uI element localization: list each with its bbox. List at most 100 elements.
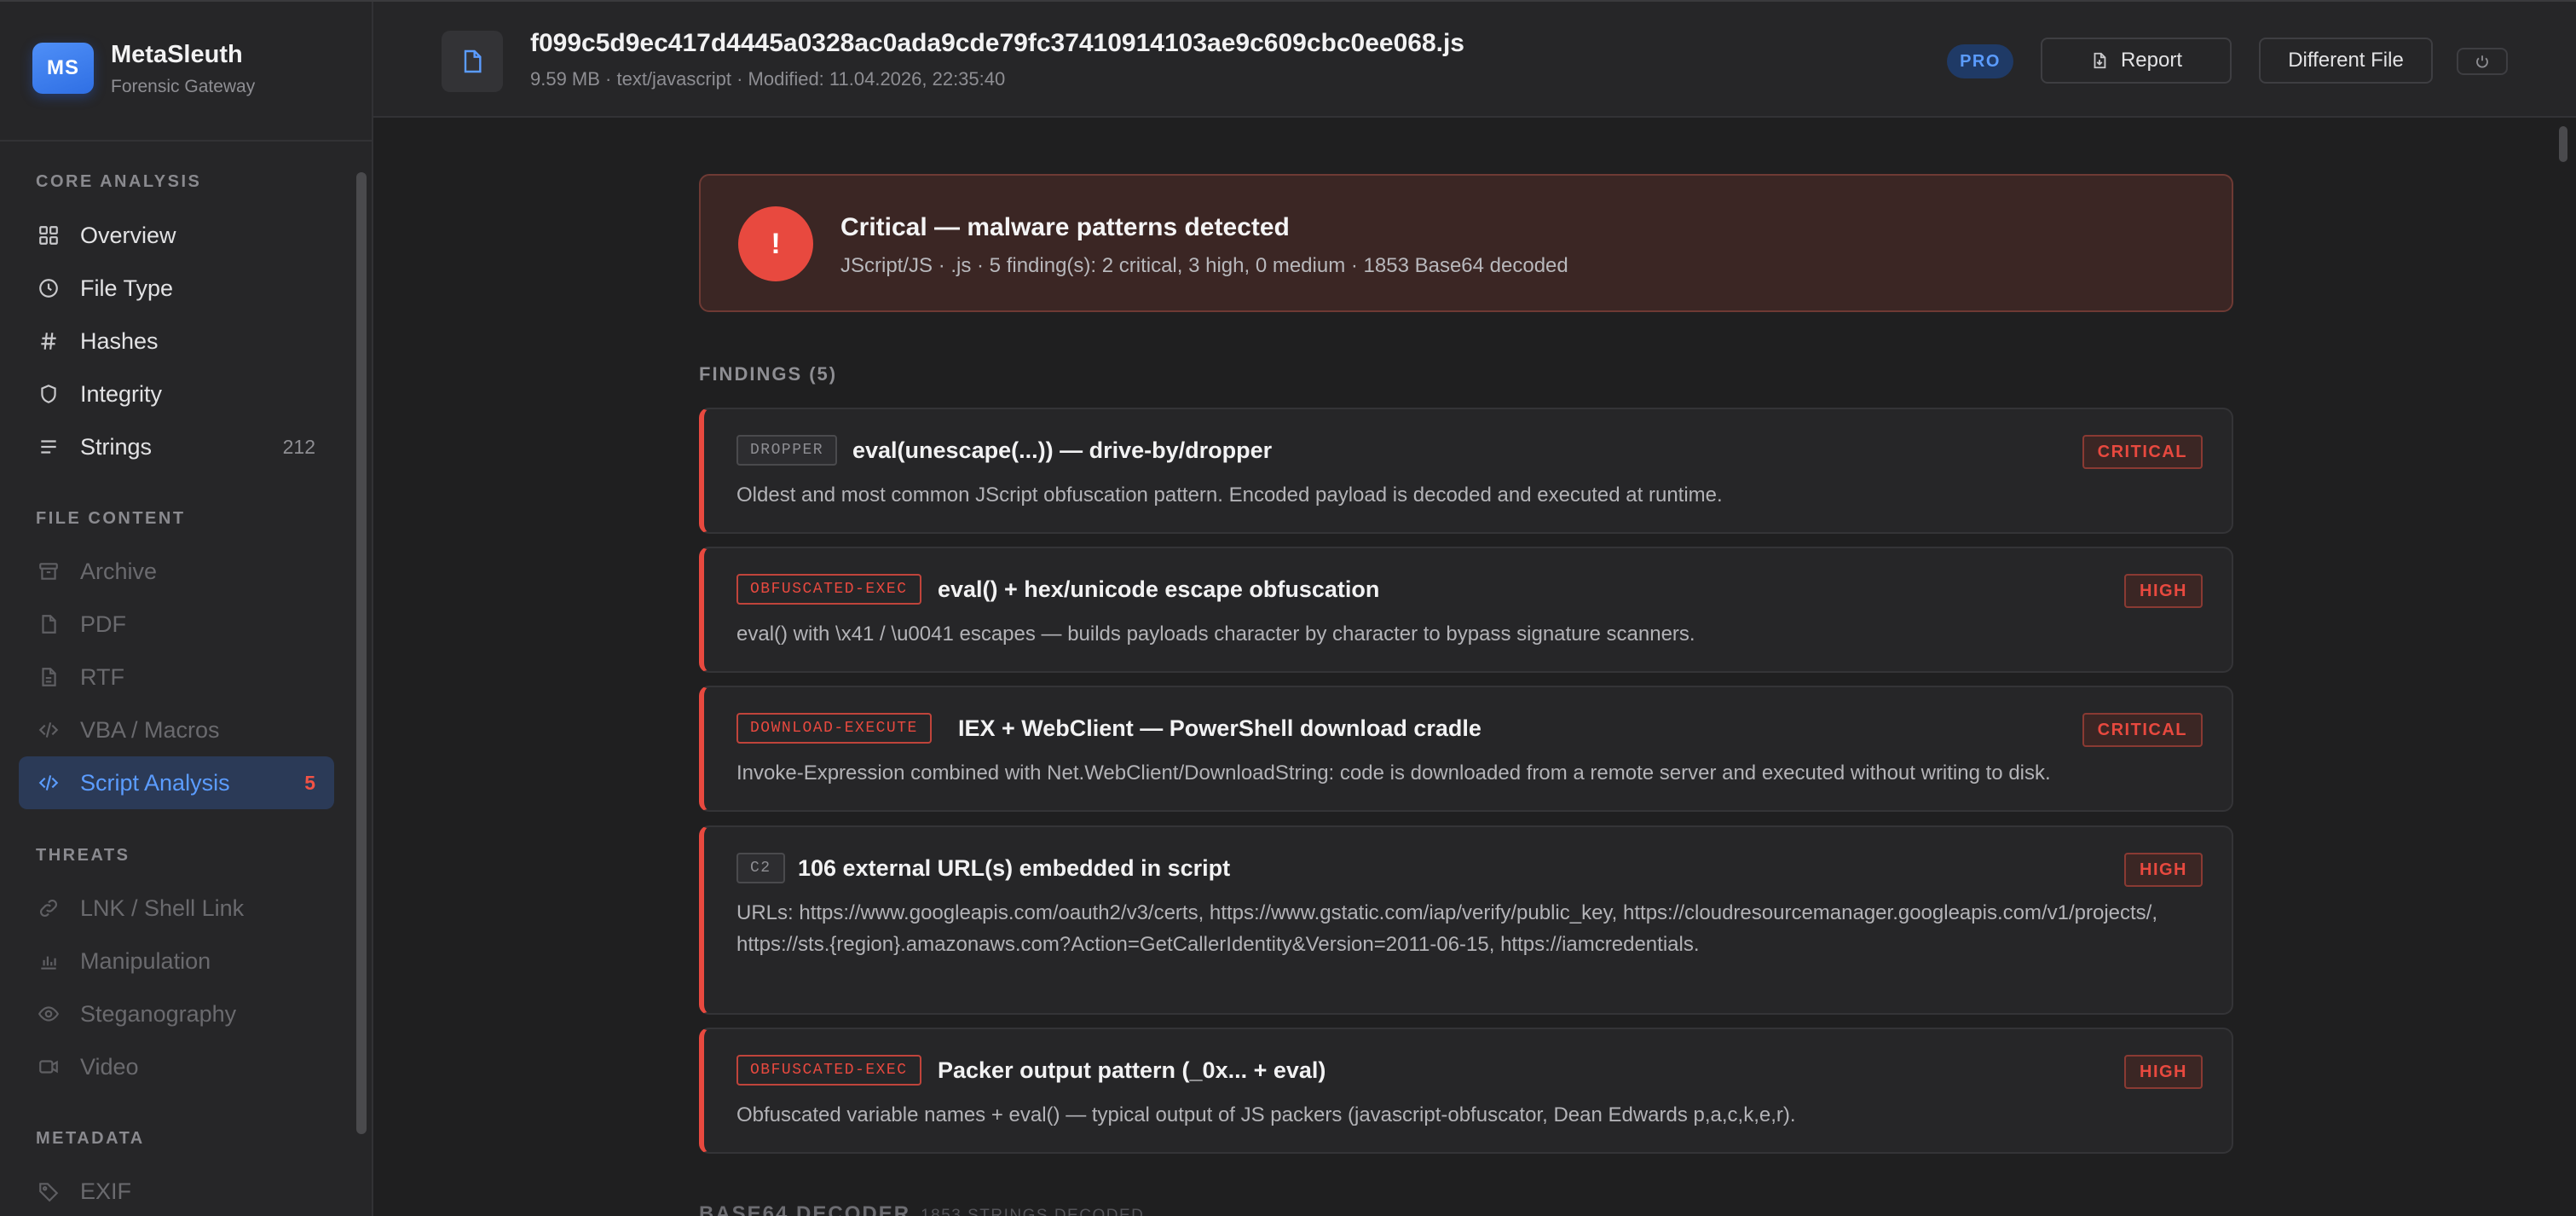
severity-badge: HIGH bbox=[2124, 574, 2203, 608]
nav-section-metadata: METADATA bbox=[36, 1129, 145, 1148]
lines-icon bbox=[38, 436, 60, 458]
findings-heading: FINDINGS (5) bbox=[699, 363, 838, 385]
finding-description: Obfuscated variable names + eval() — typ… bbox=[736, 1103, 1796, 1126]
severity-badge: CRITICAL bbox=[2082, 435, 2203, 469]
sidebar-item-label: Integrity bbox=[80, 380, 163, 407]
finding-tag: OBFUSCATED-EXEC bbox=[736, 1055, 921, 1086]
sidebar-item-label: LNK / Shell Link bbox=[80, 895, 245, 921]
main-scrollbar[interactable] bbox=[2559, 126, 2567, 162]
code-icon bbox=[38, 772, 60, 794]
file-icon bbox=[442, 31, 503, 92]
sidebar-item-label: Overview bbox=[80, 222, 176, 248]
link-icon bbox=[38, 897, 60, 919]
finding-card[interactable]: DROPPER eval(unescape(...)) — drive-by/d… bbox=[699, 408, 2233, 534]
document-icon bbox=[38, 613, 60, 635]
grid-icon bbox=[38, 224, 60, 246]
finding-description: Invoke-Expression combined with Net.WebC… bbox=[736, 761, 2051, 785]
finding-card[interactable]: OBFUSCATED-EXEC Packer output pattern (_… bbox=[699, 1028, 2233, 1154]
sidebar: MS MetaSleuth Forensic Gateway CORE ANAL… bbox=[0, 2, 373, 1216]
finding-description: Oldest and most common JScript obfuscati… bbox=[736, 484, 1723, 507]
sidebar-item-label: Steganography bbox=[80, 1000, 237, 1027]
archive-icon bbox=[38, 560, 60, 582]
sidebar-item-pdf[interactable]: PDF bbox=[19, 598, 334, 651]
report-icon bbox=[2094, 52, 2106, 69]
sidebar-item-script-analysis[interactable]: Script Analysis 5 bbox=[19, 756, 334, 809]
sidebar-item-vba-macros[interactable]: VBA / Macros bbox=[19, 704, 334, 756]
sidebar-item-label: Script Analysis bbox=[80, 769, 230, 796]
sidebar-item-overview[interactable]: Overview bbox=[19, 209, 334, 262]
base64-decoder-label: BASE64 DECODER bbox=[699, 1202, 911, 1216]
sidebar-item-label: RTF bbox=[80, 663, 124, 690]
sidebar-item-label: VBA / Macros bbox=[80, 716, 220, 743]
finding-description: eval() with \x41 / \u0041 escapes — buil… bbox=[736, 622, 1695, 646]
sidebar-item-label: Hashes bbox=[80, 327, 159, 354]
nav-section-core-analysis: CORE ANALYSIS bbox=[36, 172, 202, 191]
main-content: ! Critical — malware patterns detected J… bbox=[375, 119, 2576, 1216]
finding-tag: DROPPER bbox=[736, 435, 838, 466]
sidebar-scrollbar[interactable] bbox=[356, 172, 367, 1134]
sidebar-item-label: Archive bbox=[80, 558, 158, 584]
document-icon bbox=[38, 666, 60, 688]
file-name: f099c5d9ec417d4445a0328ac0ada9cde79fc374… bbox=[530, 29, 1464, 57]
sidebar-item-exif[interactable]: EXIF bbox=[19, 1165, 334, 1216]
alert-icon: ! bbox=[738, 206, 813, 281]
file-meta: 9.59 MB · text/javascript · Modified: 11… bbox=[530, 68, 1006, 90]
file-header: f099c5d9ec417d4445a0328ac0ada9cde79fc374… bbox=[373, 2, 2576, 118]
base64-decoder-heading: BASE64 DECODER 1853 STRINGS DECODED bbox=[699, 1202, 1144, 1216]
sidebar-item-rtf[interactable]: RTF bbox=[19, 651, 334, 704]
finding-title: 106 external URL(s) embedded in script bbox=[798, 855, 1231, 881]
finding-tag: OBFUSCATED-EXEC bbox=[736, 574, 921, 605]
finding-title: eval() + hex/unicode escape obfuscation bbox=[938, 576, 1380, 602]
sidebar-item-label: Strings bbox=[80, 433, 153, 460]
script-analysis-count-badge: 5 bbox=[304, 771, 315, 794]
finding-card[interactable]: C2 106 external URL(s) embedded in scrip… bbox=[699, 825, 2233, 1015]
app-window: MS MetaSleuth Forensic Gateway CORE ANAL… bbox=[0, 0, 2576, 1216]
power-button[interactable] bbox=[2457, 48, 2508, 75]
severity-badge: HIGH bbox=[2124, 853, 2203, 887]
different-file-button-label: Different File bbox=[2288, 49, 2404, 72]
brand-logo: MS bbox=[32, 43, 94, 94]
sidebar-item-video[interactable]: Video bbox=[19, 1040, 334, 1093]
alert-title: Critical — malware patterns detected bbox=[840, 213, 1290, 241]
tag-icon bbox=[38, 1180, 60, 1202]
sidebar-item-hashes[interactable]: Hashes bbox=[19, 315, 334, 368]
finding-card[interactable]: DOWNLOAD-EXECUTE IEX + WebClient — Power… bbox=[699, 686, 2233, 812]
power-icon bbox=[2476, 55, 2488, 68]
shield-icon bbox=[38, 383, 60, 405]
sidebar-item-strings[interactable]: Strings 212 bbox=[19, 420, 334, 473]
severity-badge: HIGH bbox=[2124, 1055, 2203, 1089]
sidebar-item-archive[interactable]: Archive bbox=[19, 545, 334, 598]
sidebar-item-label: File Type bbox=[80, 275, 174, 301]
video-icon bbox=[38, 1056, 60, 1078]
finding-description: URLs: https://www.googleapis.com/oauth2/… bbox=[736, 901, 2158, 956]
different-file-button[interactable]: Different File bbox=[2259, 38, 2433, 84]
eye-icon bbox=[38, 1003, 60, 1025]
report-button-label: Report bbox=[2120, 49, 2183, 72]
code-icon bbox=[38, 719, 60, 741]
finding-title: Packer output pattern (_0x... + eval) bbox=[938, 1057, 1326, 1083]
pro-badge: PRO bbox=[1947, 44, 2013, 78]
severity-badge: CRITICAL bbox=[2082, 713, 2203, 747]
bar-chart-icon bbox=[38, 950, 60, 972]
sidebar-item-label: EXIF bbox=[80, 1178, 132, 1204]
sidebar-item-manipulation[interactable]: Manipulation bbox=[19, 935, 334, 987]
finding-title: eval(unescape(...)) — drive-by/dropper bbox=[852, 437, 1273, 463]
brand-header: MS MetaSleuth Forensic Gateway bbox=[0, 2, 372, 142]
clock-icon bbox=[38, 277, 60, 299]
report-button[interactable]: Report bbox=[2041, 38, 2232, 84]
brand-subtitle: Forensic Gateway bbox=[111, 77, 256, 96]
finding-card[interactable]: OBFUSCATED-EXEC eval() + hex/unicode esc… bbox=[699, 547, 2233, 673]
sidebar-item-label: Video bbox=[80, 1053, 139, 1080]
brand-name: MetaSleuth bbox=[111, 41, 243, 68]
sidebar-item-label: Manipulation bbox=[80, 947, 211, 974]
finding-tag: DOWNLOAD-EXECUTE bbox=[736, 713, 932, 744]
verdict-alert: ! Critical — malware patterns detected J… bbox=[699, 174, 2233, 312]
alert-summary: JScript/JS · .js · 5 finding(s): 2 criti… bbox=[840, 254, 1568, 277]
sidebar-item-steganography[interactable]: Steganography bbox=[19, 987, 334, 1040]
sidebar-item-file-type[interactable]: File Type bbox=[19, 262, 334, 315]
finding-tag: C2 bbox=[736, 853, 785, 883]
sidebar-item-integrity[interactable]: Integrity bbox=[19, 368, 334, 420]
sidebar-item-lnk-shell-link[interactable]: LNK / Shell Link bbox=[19, 882, 334, 935]
nav-section-threats: THREATS bbox=[36, 846, 130, 865]
hash-icon bbox=[38, 330, 60, 352]
